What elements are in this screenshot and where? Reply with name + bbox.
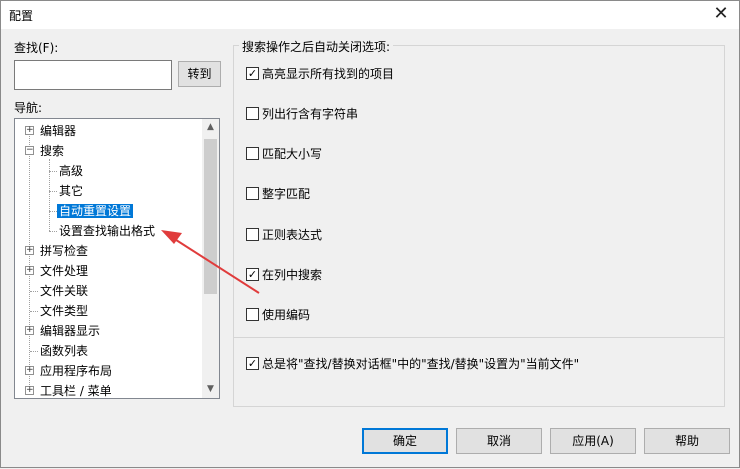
help-button[interactable]: 帮助 (644, 428, 730, 454)
annotation-arrow (161, 230, 260, 294)
cancel-button[interactable]: 取消 (456, 428, 542, 454)
apply-button[interactable]: 应用(A) (550, 428, 636, 454)
arrow-shaft (172, 237, 260, 294)
ok-button[interactable]: 确定 (362, 428, 448, 454)
config-dialog: 配置 ✕ 查找(F): 转到 导航: + 编辑器 − 搜索 高级 其它 自动重置 (0, 0, 740, 468)
